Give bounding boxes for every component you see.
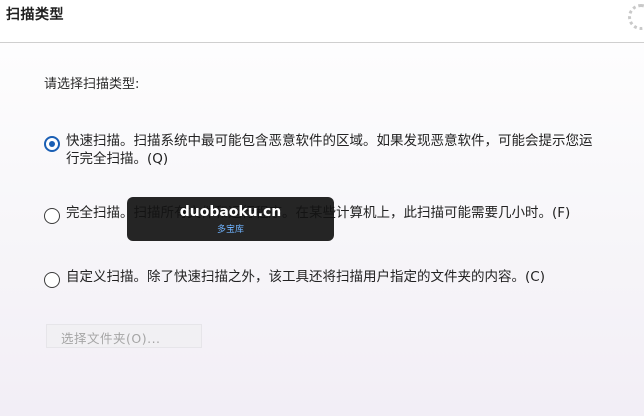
title-bar: 扫描类型 — [0, 0, 644, 43]
page-title: 扫描类型 — [6, 7, 64, 23]
watermark-text: duobaoku.cn — [179, 204, 282, 220]
gear-icon — [628, 4, 644, 30]
scan-type-prompt: 请选择扫描类型: — [44, 77, 140, 92]
custom-scan-label: 自定义扫描。除了快速扫描之外，该工具还将扫描用户指定的文件夹的内容。(C) — [66, 269, 545, 285]
option-quick-scan[interactable]: 快速扫描。扫描系统中最可能包含恶意软件的区域。如果发现恶意软件，可能会提示您运行… — [44, 132, 604, 172]
quick-scan-radio[interactable] — [44, 136, 60, 152]
option-custom-scan[interactable]: 自定义扫描。除了快速扫描之外，该工具还将扫描用户指定的文件夹的内容。(C) — [44, 268, 604, 308]
full-scan-radio[interactable] — [44, 208, 60, 224]
quick-scan-label: 快速扫描。扫描系统中最可能包含恶意软件的区域。如果发现恶意软件，可能会提示您运行… — [66, 133, 593, 167]
watermark-subtext: 多宝库 — [216, 225, 244, 235]
select-folder-button[interactable]: 选择文件夹(O)... — [46, 324, 202, 348]
custom-scan-radio[interactable] — [44, 272, 60, 288]
watermark-overlay: duobaoku.cn 多宝库 — [127, 197, 334, 241]
